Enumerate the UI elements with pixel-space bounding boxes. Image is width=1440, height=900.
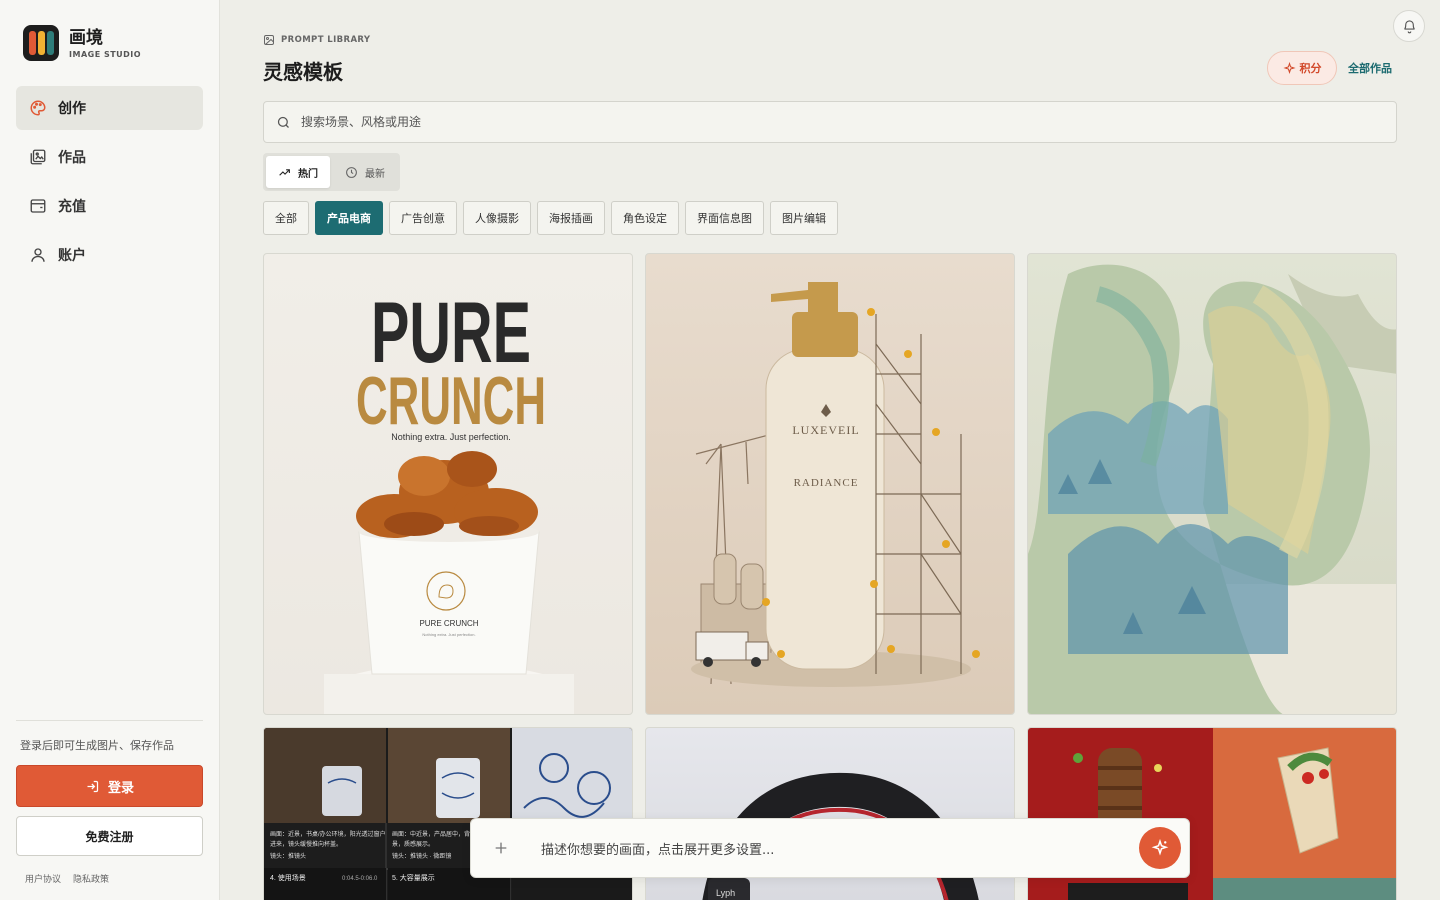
notification-button[interactable]: [1393, 10, 1425, 42]
storyboard-caption-1: 4. 使用场景: [270, 873, 306, 882]
chip-product-ecommerce[interactable]: 产品电商: [315, 201, 383, 235]
svg-text:画面：中近景，产品居中，背景: 画面：中近景，产品居中，背景: [392, 830, 476, 838]
login-label: 登录: [107, 780, 134, 796]
user-icon: [28, 245, 48, 265]
terms-link[interactable]: 用户协议: [25, 872, 61, 885]
crunch-tagline: Nothing extra. Just perfection.: [391, 432, 511, 442]
legal-links: 用户协议 隐私政策: [25, 872, 203, 885]
template-card-silk-scarf[interactable]: [1027, 253, 1397, 715]
palette-icon: [28, 98, 48, 118]
pure-crunch-image: PURE CRUNCH Nothing extra. Just perfecti…: [324, 285, 574, 714]
brand-logo[interactable]: 画境 IMAGE STUDIO: [23, 25, 141, 61]
sidebar-nav: 创作 作品 充值 账户: [16, 86, 203, 282]
eyebrow: PROMPT LIBRARY: [263, 34, 370, 46]
sidebar-item-label: 作品: [58, 150, 86, 166]
category-chips: 全部 产品电商 广告创意 人像摄影 海报插画 角色设定 界面信息图 图片编辑: [263, 201, 838, 235]
clock-icon: [346, 166, 357, 178]
sort-hot-label: 热门: [298, 168, 318, 180]
bell-icon: [1403, 19, 1415, 33]
svg-text:景，质感展示。: 景，质感展示。: [392, 840, 434, 848]
composer-placeholder[interactable]: 描述你想要的画面，点击展开更多设置...: [541, 839, 1139, 858]
add-attachment-button[interactable]: [479, 826, 523, 870]
chip-all[interactable]: 全部: [263, 201, 309, 235]
bucket-small: Nothing extra. Just perfection.: [422, 632, 475, 637]
headline-crunch: CRUNCH: [356, 363, 546, 439]
luxeveil-image: LUXEVEIL RADIANCE: [691, 282, 980, 687]
svg-text:进来，镜头缓慢推向杯盖。: 进来，镜头缓慢推向杯盖。: [270, 840, 342, 848]
chip-ad-creative[interactable]: 广告创意: [389, 201, 457, 235]
eyebrow-label: PROMPT LIBRARY: [281, 35, 371, 45]
sidebar-item-account[interactable]: 账户: [16, 233, 203, 277]
sort-new-label: 最新: [365, 168, 385, 180]
brand-subtitle: IMAGE STUDIO: [69, 49, 142, 59]
sidebar-item-label: 账户: [58, 248, 86, 264]
register-label: 免费注册: [85, 829, 134, 844]
sidebar-item-recharge[interactable]: 充值: [16, 184, 203, 228]
main-content: PROMPT LIBRARY 灵感模板 积分 全部作品 热门 最新 全部 产品电…: [220, 0, 1440, 900]
sidebar-item-create[interactable]: 创作: [16, 86, 203, 130]
headphone-label: Lyph: [716, 888, 735, 898]
generate-button[interactable]: [1139, 827, 1181, 869]
logo-icon: [23, 25, 59, 61]
storyboard-caption-2: 5. 大容量展示: [392, 873, 435, 882]
template-card-luxeveil[interactable]: LUXEVEIL RADIANCE: [645, 253, 1015, 715]
register-button[interactable]: 免费注册: [16, 816, 203, 856]
template-card-pure-crunch[interactable]: PURE CRUNCH Nothing extra. Just perfecti…: [263, 253, 633, 715]
page-title: 灵感模板: [263, 60, 343, 84]
template-grid: PURE CRUNCH Nothing extra. Just perfecti…: [263, 253, 1397, 900]
silk-scarf-image: [1028, 264, 1396, 714]
chip-image-edit[interactable]: 图片编辑: [770, 201, 838, 235]
sort-new-tab[interactable]: 最新: [333, 156, 397, 188]
trending-icon: [279, 168, 290, 176]
brand-title: 画境: [69, 27, 103, 48]
chip-ui-infographic[interactable]: 界面信息图: [685, 201, 764, 235]
points-label: 积分: [1299, 62, 1322, 75]
bucket-label: PURE CRUNCH: [419, 619, 478, 628]
search-input[interactable]: [301, 115, 1301, 129]
sparkle-icon: [1151, 839, 1169, 856]
image-icon: [264, 35, 274, 45]
sidebar: 画境 IMAGE STUDIO 创作 作品 充值 账户 登录后即可生成图片、保存…: [0, 0, 220, 900]
gallery-icon: [28, 147, 48, 167]
login-icon: [87, 780, 99, 792]
sparkle-icon: [1282, 61, 1296, 74]
login-hint: 登录后即可生成图片、保存作品: [20, 739, 174, 752]
wallet-icon: [28, 196, 48, 216]
svg-text:画面：近景，书桌/办公环境，阳光透过窗户: 画面：近景，书桌/办公环境，阳光透过窗户: [270, 830, 386, 838]
all-works-link[interactable]: 全部作品: [1348, 60, 1392, 76]
plus-icon: [495, 842, 507, 854]
sort-toggle: 热门 最新: [263, 153, 400, 191]
login-button[interactable]: 登录: [16, 765, 203, 807]
sort-hot-tab[interactable]: 热门: [266, 156, 330, 188]
chip-poster[interactable]: 海报插画: [537, 201, 605, 235]
search-icon: [277, 116, 289, 128]
points-button[interactable]: 积分: [1267, 51, 1337, 85]
search-bar: [263, 101, 1397, 143]
sidebar-item-label: 充值: [58, 199, 86, 215]
sidebar-auth: 登录后即可生成图片、保存作品 登录 免费注册 用户协议 隐私政策: [16, 720, 203, 885]
bottle-brand: LUXEVEIL: [792, 423, 859, 437]
svg-text:0:04.5-0:06.0: 0:04.5-0:06.0: [342, 876, 378, 882]
prompt-composer[interactable]: 描述你想要的画面，点击展开更多设置...: [470, 818, 1190, 878]
chip-portrait[interactable]: 人像摄影: [463, 201, 531, 235]
bottle-product: RADIANCE: [794, 477, 859, 489]
svg-text:镜头：推镜头 · 微距镜: 镜头：推镜头 · 微距镜: [392, 852, 451, 860]
sidebar-item-label: 创作: [58, 101, 86, 117]
privacy-link[interactable]: 隐私政策: [73, 872, 109, 885]
chip-character[interactable]: 角色设定: [611, 201, 679, 235]
sidebar-item-works[interactable]: 作品: [16, 135, 203, 179]
svg-text:镜头：推镜头: 镜头：推镜头: [270, 852, 306, 860]
